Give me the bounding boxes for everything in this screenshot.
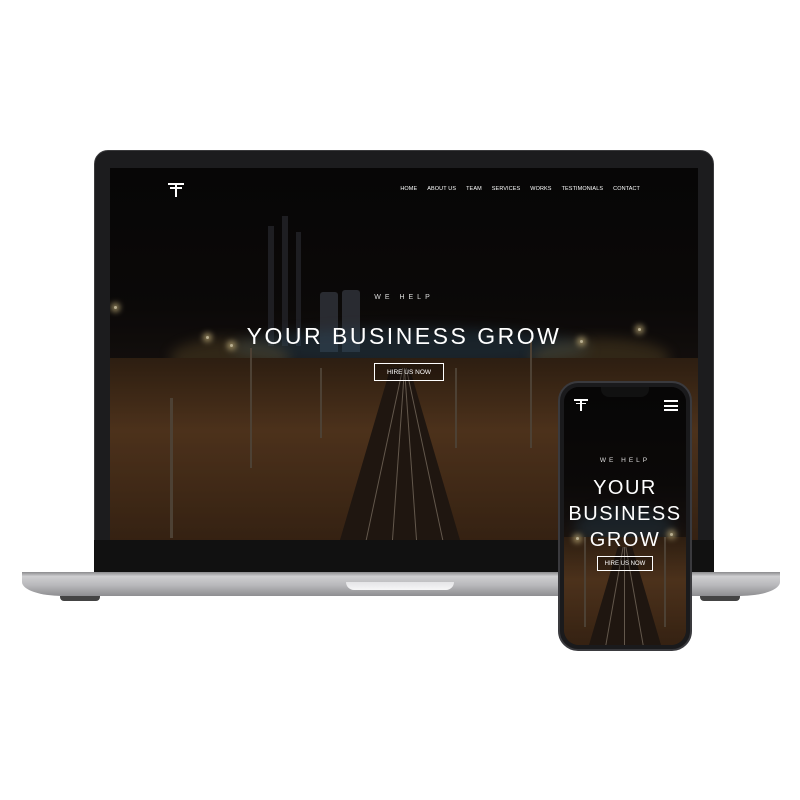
hero-headline-line: GROW [589, 529, 661, 551]
nav-about-us[interactable]: ABOUT US [427, 186, 456, 192]
nav-works[interactable]: WORKS [530, 186, 551, 192]
laptop-foot [60, 596, 100, 601]
hire-us-button[interactable]: HIRE US NOW [374, 363, 444, 381]
hero-headline: YOUR BUSINESS GROW [246, 323, 562, 349]
nav-contact[interactable]: CONTACT [613, 186, 640, 192]
nav-home[interactable]: HOME [400, 186, 417, 192]
hire-us-button[interactable]: HIRE US NOW [597, 556, 653, 571]
laptop-foot [700, 596, 740, 601]
hero-headline: YOUR BUSINESS GROW [564, 475, 686, 553]
hero-headline-line: YOUR [593, 477, 657, 499]
phone-screen: WE HELP YOUR BUSINESS GROW HIRE US NOW [564, 387, 686, 645]
hamburger-menu-icon[interactable] [664, 400, 678, 411]
hero-tagline: WE HELP [599, 457, 651, 464]
tower-logo-icon[interactable] [574, 399, 588, 411]
nav-services[interactable]: SERVICES [492, 186, 521, 192]
nav-testimonials[interactable]: TESTIMONIALS [562, 186, 604, 192]
tower-logo-icon[interactable] [168, 183, 184, 197]
laptop-lid-notch [346, 582, 454, 590]
hero-tagline: WE HELP [374, 294, 434, 301]
main-nav: HOME ABOUT US TEAM SERVICES WORKS TESTIM… [400, 186, 640, 192]
hero-headline-line: BUSINESS [568, 503, 682, 525]
phone-notch [601, 387, 649, 397]
nav-team[interactable]: TEAM [466, 186, 482, 192]
